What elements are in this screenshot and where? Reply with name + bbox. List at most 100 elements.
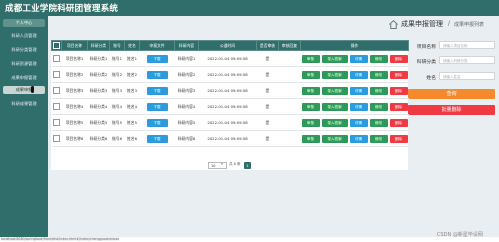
cell-file: 下载 [139,98,175,115]
chevron-down-icon[interactable]: ▾ [221,162,223,166]
column-header: 科研内容 [174,40,199,51]
category-label: 科研分类 [416,60,436,65]
column-header: 审核回复 [278,40,301,51]
cell-operations: 审核 录入档案 详情 修改 删除 [300,66,409,83]
review-button[interactable]: 审核 [301,54,320,63]
column-header: 申报文件 [139,40,175,51]
cell-project-name: 项目名称2 [61,66,88,83]
breadcrumb-current-page: 成果申报列表 [454,22,485,28]
cell-account: 账号3 [109,82,125,99]
review-button[interactable]: 审核 [301,102,320,111]
delete-button[interactable]: 删除 [389,118,408,127]
row-checkbox[interactable] [51,130,62,147]
delete-button[interactable]: 删除 [389,134,408,143]
row-checkbox[interactable] [51,66,62,83]
download-button[interactable]: 下载 [146,70,168,79]
cell-time: 2022-01-04 09:09:58 [198,114,257,131]
row-checkbox[interactable] [51,114,62,131]
cell-content: 科研内容6 [174,130,199,147]
page-number-current[interactable]: 1 [244,162,251,169]
cell-file: 下载 [139,114,175,131]
enter-archive-button[interactable]: 录入档案 [321,118,348,127]
sidebar-item-resource-management[interactable]: 科研资源管理 [3,60,45,68]
table-row: 项目名称6 科研分类6 账号6 姓名6 下载 科研内容6 2022-01-04 09:09:… [51,130,409,147]
cell-operations: 审核 录入档案 详情 修改 删除 [300,50,409,67]
cell-category: 科研分类6 [87,130,110,147]
category-input[interactable]: 请输入科研分类 [439,56,495,64]
enter-archive-button[interactable]: 录入档案 [321,102,348,111]
enter-archive-button[interactable]: 录入档案 [321,86,348,95]
query-button[interactable]: 查询 [408,89,495,99]
download-button[interactable]: 下载 [146,118,168,127]
review-button[interactable]: 审核 [301,118,320,127]
cell-person: 姓名6 [124,130,140,147]
detail-button[interactable]: 详情 [349,70,368,79]
detail-button[interactable]: 详情 [349,134,368,143]
sidebar-item-achievement-management[interactable]: 科研成果管理 [3,100,45,108]
sidebar-item-researcher-management[interactable]: 科研人员管理 [3,32,45,40]
row-checkbox[interactable] [51,82,62,99]
select-all-checkbox[interactable] [51,40,62,51]
delete-button[interactable]: 删除 [389,86,408,95]
cell-person: 姓名5 [124,114,140,131]
download-button[interactable]: 下载 [146,86,168,95]
cell-review-status: 是 [256,114,279,131]
sidebar-item-personal-center[interactable]: 个人中心 [3,19,45,27]
sidebar-subitem-achievement-declaration[interactable]: 成果申报 [3,86,45,94]
row-checkbox[interactable] [51,50,62,67]
detail-button[interactable]: 详情 [349,86,368,95]
cell-project-name: 项目名称6 [61,130,88,147]
cell-operations: 审核 录入档案 详情 修改 删除 [300,130,409,147]
column-header: 公道时间 [198,40,257,51]
batch-delete-button[interactable]: 批量删除 [408,105,495,115]
column-header: 操作 [300,40,409,51]
review-button[interactable]: 审核 [301,70,320,79]
sidebar: 个人中心 科研人员管理 科研分类管理 科研资源管理 成果申报管理 成果申报 科研… [0,16,48,242]
download-button[interactable]: 下载 [146,54,168,63]
project-name-input[interactable]: 请输入项目名称 [439,41,495,49]
project-name-label: 项目名称 [416,45,436,50]
delete-button[interactable]: 删除 [389,54,408,63]
cell-file: 下载 [139,50,175,67]
cell-account: 账号6 [109,130,125,147]
download-button[interactable]: 下载 [146,102,168,111]
page-size-select[interactable]: 10 [208,162,227,169]
edit-button[interactable]: 修改 [369,70,388,79]
breadcrumb-current-section[interactable]: 成果申报管理 [401,19,443,29]
enter-archive-button[interactable]: 录入档案 [321,70,348,79]
edit-button[interactable]: 修改 [369,134,388,143]
edit-button[interactable]: 修改 [369,118,388,127]
edit-button[interactable]: 修改 [369,86,388,95]
edit-button[interactable]: 修改 [369,54,388,63]
review-button[interactable]: 审核 [301,86,320,95]
review-button[interactable]: 审核 [301,134,320,143]
detail-button[interactable]: 详情 [349,102,368,111]
person-name-input[interactable]: 请输入姓名 [439,72,495,80]
cell-time: 2022-01-04 09:09:58 [198,130,257,147]
delete-button[interactable]: 删除 [389,70,408,79]
enter-archive-button[interactable]: 录入档案 [321,54,348,63]
cell-operations: 审核 录入档案 详情 修改 删除 [300,114,409,131]
cell-time: 2022-01-04 09:09:58 [198,82,257,99]
download-button[interactable]: 下载 [146,134,168,143]
sidebar-item-category-management[interactable]: 科研分类管理 [3,46,45,54]
row-checkbox[interactable] [51,98,62,115]
detail-button[interactable]: 详情 [349,54,368,63]
cell-review-reply [278,114,301,131]
person-name-label: 姓名 [426,76,436,81]
column-header: 是否审核 [256,40,279,51]
enter-archive-button[interactable]: 录入档案 [321,134,348,143]
cell-time: 2022-01-04 09:09:58 [198,66,257,83]
cell-review-reply [278,98,301,115]
cell-account: 账号4 [109,98,125,115]
top-bar: 成都工业学院科研团管理系统 [0,0,499,16]
sidebar-item-achievement-declaration-management[interactable]: 成果申报管理 [3,74,45,82]
column-header: 账号 [109,40,125,51]
breadcrumb-separator: / [448,20,451,27]
delete-button[interactable]: 删除 [389,102,408,111]
browser-status-bar: localhost:8080/springboot/front/dist/ind… [0,237,499,242]
detail-button[interactable]: 详情 [349,118,368,127]
edit-button[interactable]: 修改 [369,102,388,111]
cursor-icon [31,86,34,93]
home-icon[interactable] [388,19,399,30]
